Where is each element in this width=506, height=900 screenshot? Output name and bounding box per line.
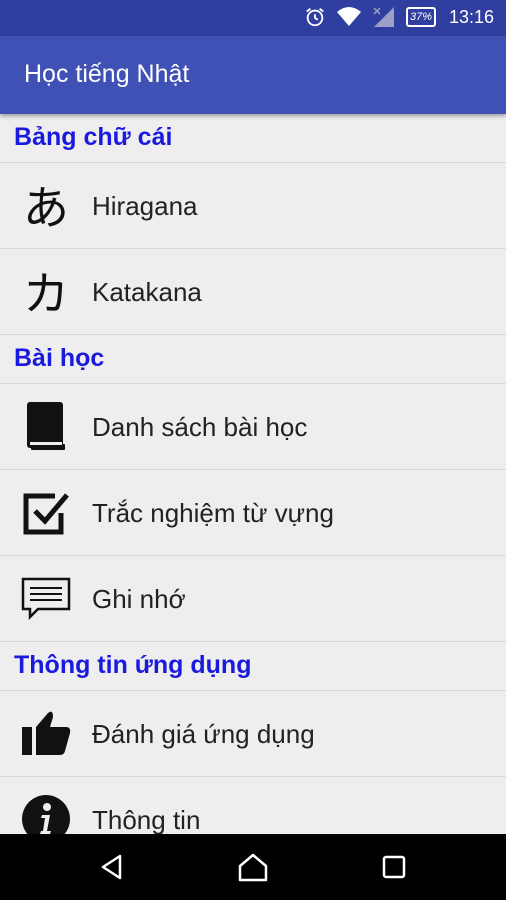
- section-header-alphabet: Bảng chữ cái: [0, 114, 506, 163]
- status-icons: 37%: [304, 6, 436, 28]
- menu-item-label: Trắc nghiệm từ vựng: [92, 498, 334, 528]
- menu-item-label: Đánh giá ứng dụng: [92, 719, 315, 749]
- app-bar: Học tiếng Nhật: [0, 36, 506, 114]
- menu-item-notes[interactable]: Ghi nhớ: [0, 556, 506, 642]
- section-title: Bài học: [14, 344, 105, 372]
- signal-icon: [373, 7, 394, 27]
- nav-bar: [0, 834, 506, 900]
- checkbox-icon: [20, 486, 72, 538]
- home-button[interactable]: [233, 847, 273, 887]
- recents-button[interactable]: [374, 847, 414, 887]
- back-button[interactable]: [92, 847, 132, 887]
- menu-item-hiragana[interactable]: あ Hiragana: [0, 163, 506, 249]
- menu-item-label: Danh sách bài học: [92, 412, 308, 442]
- wifi-icon: [336, 7, 361, 26]
- section-title: Thông tin ứng dụng: [14, 651, 252, 679]
- status-time: 13:16: [448, 7, 494, 27]
- hiragana-icon: あ: [23, 181, 69, 235]
- section-title: Bảng chữ cái: [14, 123, 173, 151]
- menu-item-label: Katakana: [92, 277, 202, 307]
- menu-item-info[interactable]: Thông tin: [0, 777, 506, 834]
- menu-item-rate-app[interactable]: Đánh giá ứng dụng: [0, 691, 506, 777]
- thumbs-up-icon: [20, 707, 72, 759]
- battery-indicator: 37%: [405, 7, 436, 27]
- section-header-lessons: Bài học: [0, 335, 506, 384]
- menu-item-katakana[interactable]: カ Katakana: [0, 249, 506, 335]
- app-title: Học tiếng Nhật: [24, 60, 190, 88]
- menu-item-label: Thông tin: [92, 805, 201, 834]
- katakana-icon: カ: [23, 267, 69, 321]
- menu-item-lesson-list[interactable]: Danh sách bài học: [0, 384, 506, 470]
- info-icon: [20, 793, 72, 834]
- status-bar: 37% 13:16: [0, 0, 506, 36]
- home-icon: [238, 853, 268, 882]
- recents-icon: [382, 855, 406, 879]
- menu-list: Bảng chữ cái あ Hiragana カ Katakana Bài h…: [0, 114, 506, 834]
- menu-item-vocab-quiz[interactable]: Trắc nghiệm từ vựng: [0, 470, 506, 556]
- message-icon: [20, 572, 72, 624]
- back-icon: [101, 854, 122, 880]
- menu-item-label: Ghi nhớ: [92, 584, 186, 614]
- section-header-app-info: Thông tin ứng dụng: [0, 642, 506, 691]
- menu-item-label: Hiragana: [92, 191, 198, 221]
- alarm-icon: [306, 8, 324, 27]
- book-icon: [20, 400, 72, 452]
